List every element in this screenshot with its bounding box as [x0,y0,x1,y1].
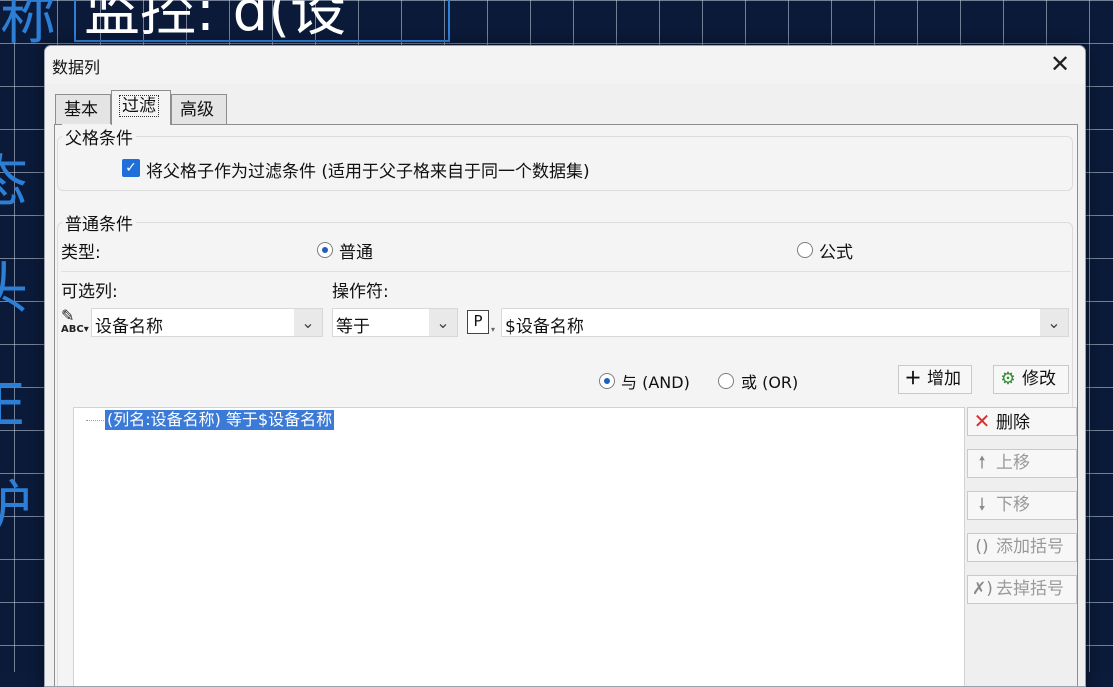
modify-button[interactable]: ⚙ 修改 [993,365,1069,394]
operator-label: 操作符: [332,282,389,302]
normal-condition-legend: 普通条件 [62,210,136,235]
tree-connector [86,420,104,421]
canvas-text-3: 头 [0,257,28,322]
close-icon[interactable]: ✕ [1047,51,1073,77]
column-select-value: 设备名称 [95,317,163,337]
data-column-dialog: 数据列 ✕ 基本 过滤 高级 父格条件 ✓ 将父格子作为过滤条件 (适用于父子格… [44,45,1086,687]
type-label: 类型: [61,243,101,263]
chevron-down-icon[interactable]: ⌄ [294,309,322,336]
modify-gear-icon: ⚙ [1000,369,1016,389]
parent-condition-group: 父格条件 ✓ 将父格子作为过滤条件 (适用于父子格来自于同一个数据集) [57,124,1073,191]
plus-icon: ＋ [904,369,922,389]
delete-button-label: 删除 [996,413,1030,433]
remove-bracket-button[interactable]: ✗) 去掉括号 [967,575,1077,604]
dialog-title: 数据列 [52,58,101,77]
chevron-down-icon[interactable]: ⌄ [1040,309,1068,336]
column-select[interactable]: 设备名称 ⌄ [91,308,323,337]
add-bracket-button[interactable]: () 添加括号 [967,533,1077,562]
type-normal-label[interactable]: 普通 [339,238,373,263]
divider [61,271,1071,272]
modify-button-label: 修改 [1022,369,1056,389]
tab-basic[interactable]: 基本 [55,94,111,124]
parameter-value-select[interactable]: $设备名称 ⌄ [501,308,1069,337]
operator-select[interactable]: 等于 ⌄ [332,308,458,337]
delete-x-icon: ✕ [973,409,991,433]
logic-and-radio[interactable] [599,373,615,389]
canvas-text-5: 护 [0,475,32,540]
column-label: 可选列: [61,282,118,302]
parameter-type-dropdown-icon[interactable]: ▾ [491,325,495,334]
condition-actions: ✕ 删除 🠕 上移 🠗 下移 () 添加括号 ✗) 去掉括号 [965,407,1077,686]
type-normal-radio[interactable] [317,242,333,258]
parent-filter-checkbox[interactable]: ✓ [122,159,140,177]
move-down-button-label: 下移 [996,495,1030,515]
parameter-value: $设备名称 [505,317,584,337]
chevron-down-icon[interactable]: ⌄ [429,309,457,336]
filter-panel: 父格条件 ✓ 将父格子作为过滤条件 (适用于父子格来自于同一个数据集) 普通条件… [54,124,1078,686]
move-up-button-label: 上移 [996,453,1030,473]
canvas-text-2: 态 [0,150,28,215]
arrow-up-icon: 🠕 [978,453,986,473]
tab-filter[interactable]: 过滤 [111,90,171,125]
parameter-type-icon[interactable]: P [467,310,489,334]
add-bracket-button-label: 添加括号 [996,537,1064,557]
add-button[interactable]: ＋增加 [898,365,972,394]
type-formula-label[interactable]: 公式 [819,238,853,263]
condition-tree-item[interactable]: (列名:设备名称) 等于$设备名称 [105,410,335,430]
canvas-text-1: 称 [0,0,56,52]
tab-advanced-label: 高级 [180,100,214,120]
move-up-button[interactable]: 🠕 上移 [967,449,1077,478]
logic-and-label[interactable]: 与 (AND) [621,369,690,393]
condition-tree[interactable]: (列名:设备名称) 等于$设备名称 [73,407,965,686]
remove-bracket-icon: ✗) [972,579,993,599]
tab-advanced[interactable]: 高级 [171,94,227,124]
tab-basic-label: 基本 [64,100,98,120]
move-down-button[interactable]: 🠗 下移 [967,491,1077,520]
parent-filter-checkbox-label[interactable]: 将父格子作为过滤条件 (适用于父子格来自于同一个数据集) [146,157,590,182]
type-formula-radio[interactable] [797,242,813,258]
parent-condition-legend: 父格条件 [62,124,136,149]
canvas-text-4: E [0,373,26,438]
checkmark-icon: ✓ [125,160,137,176]
remove-bracket-button-label: 去掉括号 [996,579,1064,599]
add-button-label: 增加 [927,369,961,389]
canvas-selected-cell[interactable]: 监控: d(设 [74,0,450,42]
operator-select-value: 等于 [336,317,370,337]
arrow-down-icon: 🠗 [978,495,986,515]
bracket-icon: () [975,537,989,557]
column-type-icon[interactable]: ✎ ABC▾ [61,308,91,337]
delete-button[interactable]: ✕ 删除 [967,407,1077,436]
dialog-titlebar[interactable]: 数据列 ✕ [45,46,1085,84]
tab-filter-label: 过滤 [119,95,159,117]
logic-or-label[interactable]: 或 (OR) [741,369,798,393]
logic-or-radio[interactable] [718,373,734,389]
